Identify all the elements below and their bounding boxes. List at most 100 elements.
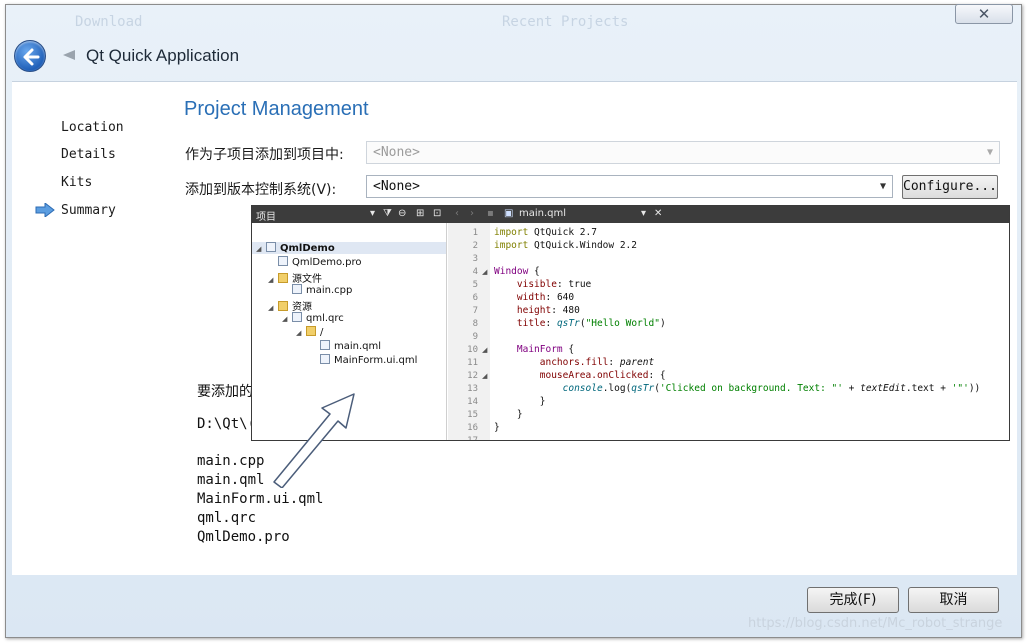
nav-forward-icon[interactable]: › — [470, 208, 474, 219]
finish-button[interactable]: 完成(F) — [807, 587, 899, 613]
dropdown-arrow-icon: ▼ — [879, 181, 886, 192]
file-item: main.qml — [197, 472, 265, 488]
current-step-arrow-icon — [35, 203, 55, 217]
line-number: 10 — [467, 345, 478, 355]
code-line: width: 640 — [516, 292, 575, 303]
page-title: Project Management — [184, 98, 369, 120]
tree-item-pro[interactable]: QmlDemo.pro — [268, 256, 361, 268]
configure-button[interactable]: Configure... — [902, 175, 998, 199]
file-item: QmlDemo.pro — [197, 529, 290, 545]
split-icon[interactable]: ⊞ — [416, 208, 424, 219]
line-number: 2 — [472, 241, 478, 251]
line-number: 1 — [472, 228, 478, 238]
close-tab-icon[interactable]: ✕ — [654, 208, 662, 219]
project-icon — [266, 242, 276, 252]
subproject-value: <None> — [373, 145, 420, 160]
line-number: 4 — [472, 267, 478, 277]
folder-icon — [278, 273, 288, 283]
tree-item-qrc[interactable]: ◢ qml.qrc — [282, 312, 344, 324]
lock-icon: ▪ — [487, 208, 494, 219]
line-number: 6 — [472, 293, 478, 303]
tree-item-root-prefix[interactable]: ◢ / — [296, 326, 323, 338]
subproject-combo[interactable]: <None> ▼ — [366, 141, 1000, 164]
line-number: 12 — [467, 371, 478, 381]
tree-item-qmldemo[interactable]: ◢ QmlDemo — [256, 242, 335, 254]
line-number: 3 — [472, 254, 478, 264]
line-number: 13 — [467, 384, 478, 394]
ghost-text-right: Recent Projects — [502, 14, 629, 30]
code-line: } — [494, 409, 523, 420]
line-number: 8 — [472, 319, 478, 329]
line-number: 15 — [467, 410, 478, 420]
line-number-gutter: 1 2 3 4 5 6 7 8 9 10 11 12 13 14 15 16 1… — [448, 223, 490, 441]
project-path: D:\Qt\( — [197, 416, 257, 432]
file-item: main.cpp — [197, 453, 265, 469]
arrow-left-icon — [23, 48, 40, 66]
folder-icon — [306, 326, 316, 336]
project-panel-title: 项目 — [256, 212, 276, 223]
code-line: mouseArea.onClicked: { — [539, 370, 666, 381]
vcs-label: 添加到版本控制系统(V): — [185, 182, 337, 198]
line-number: 7 — [472, 306, 478, 316]
breadcrumb-triangle-icon — [63, 50, 75, 60]
ide-toolbar: 项目 ▾ ⧩ ⊖ ⊞ ⊡ ‹ › ▪ ▣ main.qml ▾ ✕ — [252, 206, 1009, 223]
wizard-title: Qt Quick Application — [86, 46, 240, 65]
line-number: 16 — [467, 423, 478, 433]
code-line: title: qsTr("Hello World") — [516, 318, 666, 329]
code-line: import QtQuick.Window 2.2 — [494, 240, 637, 251]
code-line: anchors.fill: parent — [539, 357, 655, 368]
vcs-value: <None> — [373, 179, 420, 194]
editor-file-tab[interactable]: main.qml — [519, 208, 566, 219]
line-number: 9 — [472, 332, 478, 342]
step-details: Details — [61, 147, 116, 162]
code-line: console.log(qsTr('Clicked on background.… — [562, 383, 981, 394]
add-files-label: 要添加的 — [197, 384, 253, 400]
tree-item-main-qml[interactable]: main.qml — [310, 340, 381, 352]
code-line: height: 480 — [516, 305, 580, 316]
code-line: import QtQuick 2.7 — [494, 227, 597, 238]
qml-file-icon: ▣ — [504, 208, 514, 219]
panel-dropdown-icon[interactable]: ▾ — [370, 208, 375, 219]
line-number: 5 — [472, 280, 478, 290]
close-icon: ✕ — [977, 5, 991, 23]
ghost-text-left: Download — [75, 14, 143, 30]
step-location: Location — [61, 120, 124, 135]
tree-item-resources[interactable]: ◢ 资源 — [268, 298, 312, 313]
dropdown-arrow-icon: ▼ — [986, 147, 993, 158]
line-number: 11 — [467, 358, 478, 368]
cancel-button[interactable]: 取消 — [908, 587, 999, 613]
code-line: MainForm { — [516, 344, 575, 355]
line-number: 14 — [467, 397, 478, 407]
cpp-file-icon — [292, 284, 302, 294]
annotation-arrow-icon — [273, 393, 355, 488]
tree-item-sources[interactable]: ◢ 源文件 — [268, 270, 322, 285]
code-line: } — [494, 422, 500, 433]
code-line: } — [494, 396, 546, 407]
back-button[interactable] — [14, 40, 46, 72]
close-button[interactable]: ✕ — [955, 4, 1013, 24]
close-panel-icon[interactable]: ⊡ — [433, 208, 441, 219]
code-line: Window { — [494, 266, 540, 277]
nav-back-icon[interactable]: ‹ — [455, 208, 459, 219]
fold-marker-icon[interactable]: ◢ — [482, 372, 487, 380]
code-line: visible: true — [516, 279, 592, 290]
ide-overlay: 项目 ▾ ⧩ ⊖ ⊞ ⊡ ‹ › ▪ ▣ main.qml ▾ ✕ ◢ QmlDe… — [251, 205, 1010, 441]
vcs-combo[interactable]: <None> ▼ — [366, 175, 893, 198]
step-summary: Summary — [61, 203, 116, 218]
pro-file-icon — [278, 256, 288, 266]
qml-file-icon — [320, 354, 330, 364]
folder-icon — [278, 301, 288, 311]
fold-marker-icon[interactable]: ◢ — [482, 268, 487, 276]
fold-marker-icon[interactable]: ◢ — [482, 346, 487, 354]
tree-item-main-cpp[interactable]: main.cpp — [282, 284, 352, 296]
watermark-text: https://blog.csdn.net/Mc_robot_strange — [748, 616, 1003, 631]
tree-item-mainform[interactable]: MainForm.ui.qml — [310, 354, 417, 366]
step-kits: Kits — [61, 175, 93, 190]
tab-dropdown-icon[interactable]: ▾ — [641, 208, 646, 219]
qml-file-icon — [320, 340, 330, 350]
link-icon[interactable]: ⊖ — [398, 208, 406, 219]
filter-icon[interactable]: ⧩ — [383, 208, 392, 219]
line-number: 17 — [467, 436, 478, 441]
file-item: qml.qrc — [197, 510, 257, 526]
file-item: MainForm.ui.qml — [197, 491, 324, 507]
